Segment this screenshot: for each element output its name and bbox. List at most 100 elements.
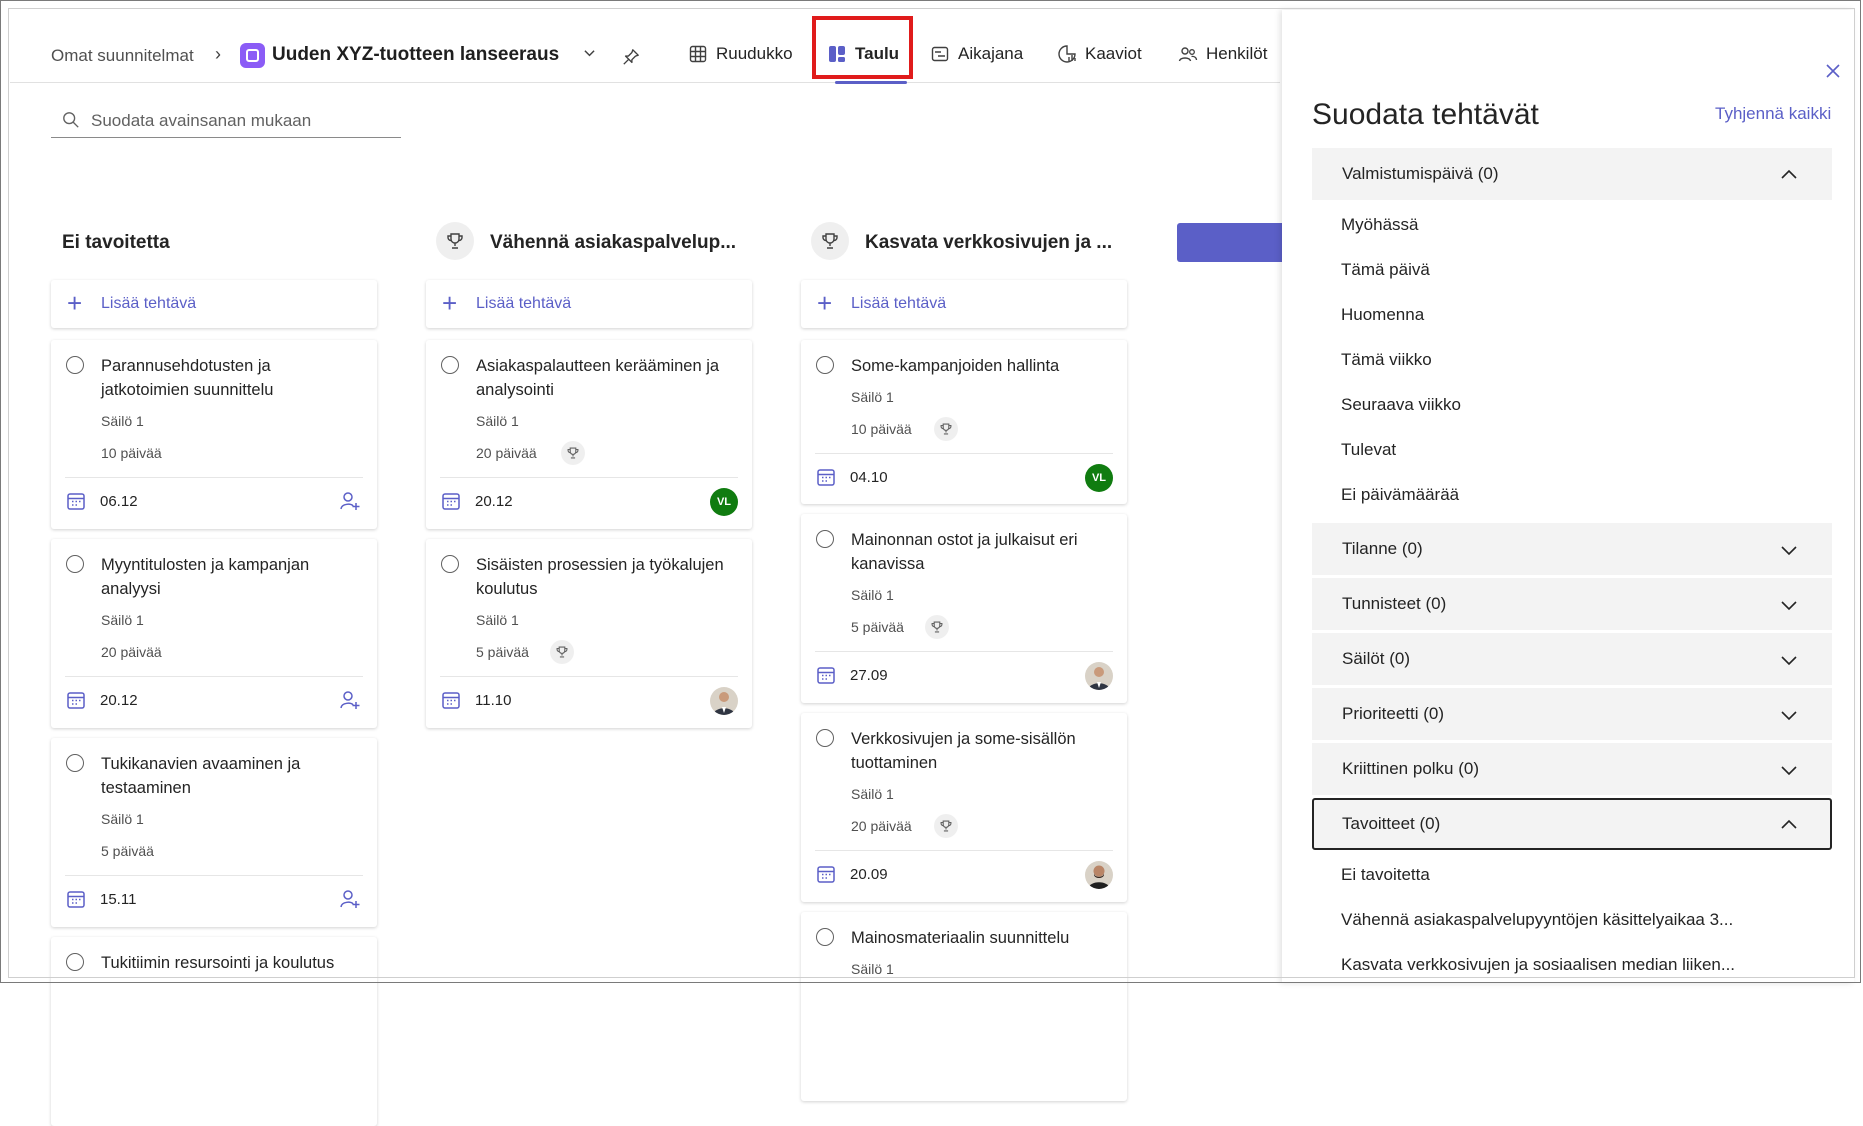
plus-icon: + xyxy=(67,288,83,318)
add-task-button[interactable]: + Lisää tehtävä xyxy=(426,280,752,328)
panel-title: Suodata tehtävät xyxy=(1312,98,1539,131)
close-icon[interactable] xyxy=(1825,63,1841,79)
assign-person-icon[interactable] xyxy=(339,888,361,910)
complete-task-checkbox[interactable] xyxy=(816,356,834,374)
add-task-label: Lisää tehtävä xyxy=(851,295,947,312)
filter-option[interactable]: Ei päivämäärää xyxy=(1341,485,1459,505)
section-label: Säilöt (0) xyxy=(1342,649,1411,668)
task-card[interactable]: Verkkosivujen ja some-sisällön tuottamin… xyxy=(801,713,1127,902)
divider xyxy=(815,850,1113,851)
tab-timeline-label: Aikajana xyxy=(958,44,1024,63)
task-title: Asiakaspalautteen kerääminen ja analysoi… xyxy=(476,357,720,399)
task-duration: 5 päivää xyxy=(101,843,154,859)
task-due-date: 20.12 xyxy=(475,493,513,510)
task-duration: 10 päivää xyxy=(851,421,912,437)
task-bucket: Säilö 1 xyxy=(476,612,519,628)
add-bucket-button[interactable] xyxy=(1177,223,1287,262)
filter-option[interactable]: Tulevat xyxy=(1341,440,1396,460)
task-title: Verkkosivujen ja some-sisällön tuottamin… xyxy=(851,730,1076,772)
assignee-avatar[interactable] xyxy=(1085,861,1113,889)
complete-task-checkbox[interactable] xyxy=(816,729,834,747)
task-card[interactable]: Sisäisten prosessien ja työkalujen koulu… xyxy=(426,539,752,728)
complete-task-checkbox[interactable] xyxy=(66,953,84,971)
divider xyxy=(65,676,363,677)
tab-people-label: Henkilöt xyxy=(1206,44,1268,63)
add-task-button[interactable]: + Lisää tehtävä xyxy=(51,280,377,328)
complete-task-checkbox[interactable] xyxy=(66,754,84,772)
tab-grid-label: Ruudukko xyxy=(716,44,793,63)
filter-section-goals[interactable]: Tavoitteet (0) xyxy=(1312,798,1832,850)
charts-icon xyxy=(1058,45,1076,63)
complete-task-checkbox[interactable] xyxy=(441,356,459,374)
clear-all-link[interactable]: Tyhjennä kaikki xyxy=(1715,104,1831,124)
filter-option[interactable]: Seuraava viikko xyxy=(1341,395,1461,415)
task-card[interactable]: Myyntitulosten ja kampanjan analyysi Säi… xyxy=(51,539,377,728)
filter-option[interactable]: Kasvata verkkosivujen ja sosiaalisen med… xyxy=(1341,955,1735,975)
section-label: Tilanne (0) xyxy=(1342,539,1423,558)
chevron-down-icon[interactable] xyxy=(584,48,595,59)
plan-title[interactable]: Uuden XYZ-tuotteen lanseeraus xyxy=(272,44,559,66)
task-duration: 5 päivää xyxy=(851,619,904,635)
complete-task-checkbox[interactable] xyxy=(441,555,459,573)
complete-task-checkbox[interactable] xyxy=(816,530,834,548)
assignee-avatar[interactable] xyxy=(1085,662,1113,690)
complete-task-checkbox[interactable] xyxy=(66,555,84,573)
filter-section-status[interactable]: Tilanne (0) xyxy=(1312,523,1832,575)
task-card[interactable]: Some-kampanjoiden hallinta Säilö 1 10 pä… xyxy=(801,340,1127,504)
tab-people[interactable]: Henkilöt xyxy=(1178,40,1267,68)
task-card[interactable]: Mainonnan ostot ja julkaisut eri kanavis… xyxy=(801,514,1127,703)
assignee-avatar[interactable]: VL xyxy=(710,488,738,516)
task-card[interactable]: Mainosmateriaalin suunnittelu Säilö 1 xyxy=(801,912,1127,1101)
section-label: Tunnisteet (0) xyxy=(1342,594,1447,613)
filter-section-labels[interactable]: Tunnisteet (0) xyxy=(1312,578,1832,630)
tab-grid[interactable]: Ruudukko xyxy=(688,40,793,68)
task-card[interactable]: Tukikanavien avaaminen ja testaaminen Sä… xyxy=(51,738,377,927)
filter-section-critical-path[interactable]: Kriittinen polku (0) xyxy=(1312,743,1832,795)
calendar-icon xyxy=(67,493,85,510)
assignee-avatar[interactable] xyxy=(710,687,738,715)
chevron-up-icon xyxy=(1781,169,1797,179)
filter-section-buckets[interactable]: Säilöt (0) xyxy=(1312,633,1832,685)
board-column: Kasvata verkkosivujen ja ... + Lisää teh… xyxy=(801,218,1127,1101)
search-input[interactable] xyxy=(89,107,393,135)
goal-badge xyxy=(811,222,849,260)
filter-option[interactable]: Huomenna xyxy=(1341,305,1424,325)
filter-option[interactable]: Myöhässä xyxy=(1341,215,1418,235)
filter-option[interactable]: Ei tavoitetta xyxy=(1341,865,1430,885)
active-tab-indicator xyxy=(835,81,907,84)
task-title: Sisäisten prosessien ja työkalujen koulu… xyxy=(476,556,724,598)
column-title[interactable]: Vähennä asiakaspalvelup... xyxy=(490,232,736,254)
task-bucket: Säilö 1 xyxy=(851,389,894,405)
task-due-date: 27.09 xyxy=(850,667,888,684)
column-title[interactable]: Kasvata verkkosivujen ja ... xyxy=(865,232,1112,254)
column-header: Ei tavoitetta xyxy=(51,218,377,270)
filter-section-priority[interactable]: Prioriteetti (0) xyxy=(1312,688,1832,740)
chevron-down-icon xyxy=(1781,601,1797,611)
assign-person-icon[interactable] xyxy=(339,490,361,512)
complete-task-checkbox[interactable] xyxy=(66,356,84,374)
filter-section-due-date[interactable]: Valmistumispäivä (0) xyxy=(1312,148,1832,200)
goal-badge xyxy=(436,222,474,260)
pin-icon[interactable] xyxy=(622,48,640,66)
filter-option[interactable]: Vähennä asiakaspalvelupyyntöjen käsittel… xyxy=(1341,910,1733,930)
task-card[interactable]: Parannusehdotusten ja jatkotoimien suunn… xyxy=(51,340,377,529)
filter-option[interactable]: Tämä päivä xyxy=(1341,260,1430,280)
plus-icon: + xyxy=(817,288,833,318)
task-bucket: Säilö 1 xyxy=(851,786,894,802)
task-bucket: Säilö 1 xyxy=(101,811,144,827)
tab-charts[interactable]: Kaaviot xyxy=(1057,40,1142,68)
search-icon xyxy=(63,112,79,128)
assign-person-icon[interactable] xyxy=(339,689,361,711)
breadcrumb-my-plans[interactable]: Omat suunnitelmat xyxy=(51,46,194,66)
assignee-avatar[interactable]: VL xyxy=(1085,464,1113,492)
task-card[interactable]: Asiakaspalautteen kerääminen ja analysoi… xyxy=(426,340,752,529)
plus-icon: + xyxy=(442,288,458,318)
column-title[interactable]: Ei tavoitetta xyxy=(62,232,170,254)
filter-option[interactable]: Tämä viikko xyxy=(1341,350,1432,370)
tab-timeline[interactable]: Aikajana xyxy=(930,40,1023,68)
people-icon xyxy=(1178,47,1198,62)
task-card[interactable]: Tukitiimin resursointi ja koulutus xyxy=(51,937,377,1126)
keyword-filter xyxy=(51,105,401,138)
add-task-button[interactable]: + Lisää tehtävä xyxy=(801,280,1127,328)
complete-task-checkbox[interactable] xyxy=(816,928,834,946)
